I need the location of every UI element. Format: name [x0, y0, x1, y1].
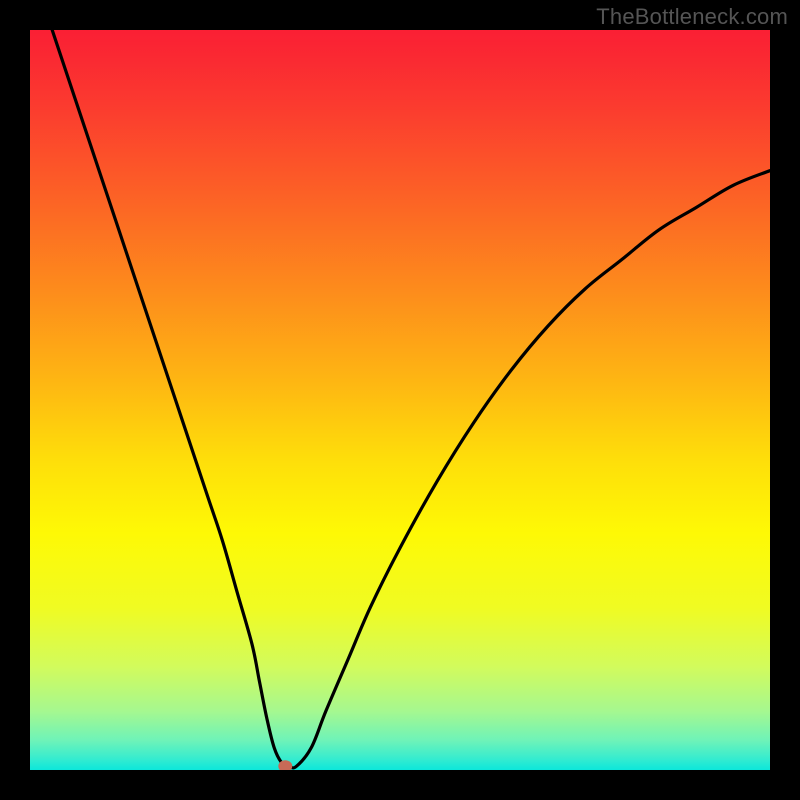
- watermark-label: TheBottleneck.com: [596, 4, 788, 30]
- plot-area: [30, 30, 770, 770]
- chart-frame: TheBottleneck.com: [0, 0, 800, 800]
- gradient-background: [30, 30, 770, 770]
- chart-svg: [30, 30, 770, 770]
